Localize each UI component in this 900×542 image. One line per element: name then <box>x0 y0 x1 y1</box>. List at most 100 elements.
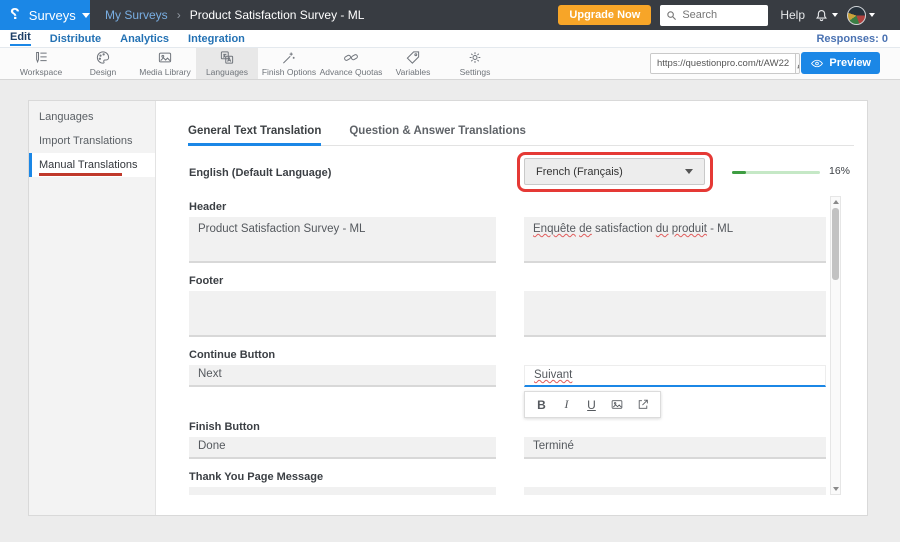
search-icon <box>666 10 677 21</box>
translations-panel: Languages Import Translations Manual Tra… <box>28 100 868 516</box>
bold-button[interactable]: B <box>535 398 548 412</box>
field-row-footer: Footer <box>189 275 828 337</box>
tab-question-answer-translations[interactable]: Question & Answer Translations <box>349 125 526 145</box>
topbar-right-cluster: Upgrade Now Help <box>558 0 875 30</box>
help-link[interactable]: Help <box>780 8 805 22</box>
triangle-up-icon <box>833 200 839 204</box>
translations-sidebar: Languages Import Translations Manual Tra… <box>29 101 156 515</box>
format-toolbar: B I U <box>524 391 661 418</box>
underline-button[interactable]: U <box>585 398 598 412</box>
notifications-button[interactable] <box>814 8 838 23</box>
palette-icon <box>95 50 111 65</box>
source-language-label: English (Default Language) <box>189 167 331 179</box>
scroll-down-button[interactable] <box>831 484 840 494</box>
surveys-menu[interactable]: Surveys <box>29 8 90 23</box>
target-language-value: French (Français) <box>536 166 623 178</box>
field-row-continue-button: Continue Button Next Suivant B I U <box>189 349 828 387</box>
finish-source-input[interactable]: Done <box>189 437 496 459</box>
chevron-down-icon <box>832 13 838 17</box>
thankyou-source-textarea[interactable] <box>189 487 496 495</box>
edit-toolbar: Workspace Design Media Library Languages… <box>0 48 900 80</box>
field-label: Footer <box>189 275 828 288</box>
page-title: Product Satisfaction Survey - ML <box>190 8 365 22</box>
progress-fill <box>732 171 746 174</box>
avatar <box>847 6 866 25</box>
breadcrumb: My Surveys › Product Satisfaction Survey… <box>105 8 364 22</box>
target-language-dropdown[interactable]: French (Français) <box>524 158 705 185</box>
field-row-finish-button: Finish Button Done Terminé <box>189 421 828 459</box>
account-button[interactable] <box>847 6 875 25</box>
tool-advance-quotas[interactable]: Advance Quotas <box>320 48 382 79</box>
menu-bar: Edit Distribute Analytics Integration Re… <box>0 30 900 48</box>
chevron-down-icon <box>82 13 90 18</box>
triangle-down-icon <box>833 487 839 491</box>
menu-item-distribute[interactable]: Distribute <box>50 33 101 45</box>
vertical-scrollbar[interactable] <box>830 196 841 495</box>
continue-source-input[interactable]: Next <box>189 365 496 387</box>
responses-count[interactable]: Responses: 0 <box>816 33 888 45</box>
menu-item-edit[interactable]: Edit <box>10 31 31 46</box>
surveys-menu-label: Surveys <box>29 8 76 23</box>
progress-percent-label: 16% <box>829 165 850 177</box>
chain-links-icon <box>343 50 359 65</box>
footer-source-textarea[interactable] <box>189 291 496 337</box>
survey-url-group <box>650 53 800 74</box>
tool-media-library[interactable]: Media Library <box>134 48 196 79</box>
translation-content: General Text Translation Question & Answ… <box>156 101 867 515</box>
breadcrumb-separator: › <box>177 8 181 22</box>
top-bar: ? Surveys My Surveys › Product Satisfact… <box>0 0 900 30</box>
tool-design[interactable]: Design <box>72 48 134 79</box>
field-label: Finish Button <box>189 421 828 434</box>
header-target-textarea[interactable]: Enquête de satisfaction du produit - ML <box>524 217 826 263</box>
translation-tabs: General Text Translation Question & Answ… <box>188 125 854 146</box>
search-input[interactable] <box>682 9 762 21</box>
menu-item-integration[interactable]: Integration <box>188 33 245 45</box>
header-source-textarea[interactable]: Product Satisfaction Survey - ML <box>189 217 496 263</box>
tool-settings[interactable]: Settings <box>444 48 506 79</box>
image-icon <box>157 50 173 65</box>
tool-finish-options[interactable]: Finish Options <box>258 48 320 79</box>
languages-icon <box>219 50 235 65</box>
translation-progress-bar <box>732 171 820 174</box>
field-row-header: Header Product Satisfaction Survey - ML … <box>189 201 828 263</box>
menu-item-analytics[interactable]: Analytics <box>120 33 169 45</box>
search-box[interactable] <box>660 5 768 26</box>
bell-icon <box>814 8 829 23</box>
thankyou-target-textarea[interactable] <box>524 487 826 495</box>
sidebar-item-languages[interactable]: Languages <box>29 105 155 129</box>
footer-target-textarea[interactable] <box>524 291 826 337</box>
fields-scroll-area: Header Product Satisfaction Survey - ML … <box>156 196 828 495</box>
external-link-icon[interactable] <box>636 398 650 411</box>
pencil-icon <box>796 58 800 70</box>
annotation-red-underline <box>39 173 122 176</box>
field-label: Continue Button <box>189 349 828 362</box>
sidebar-item-manual-translations[interactable]: Manual Translations <box>29 153 155 177</box>
breadcrumb-my-surveys[interactable]: My Surveys <box>105 8 168 22</box>
gear-icon <box>467 50 483 65</box>
edit-url-button[interactable] <box>795 54 800 73</box>
insert-image-icon[interactable] <box>610 398 624 411</box>
tool-workspace[interactable]: Workspace <box>10 48 72 79</box>
magic-wand-icon <box>281 50 297 65</box>
field-label: Thank You Page Message <box>189 471 828 484</box>
tab-general-text-translation[interactable]: General Text Translation <box>188 125 321 145</box>
tool-languages[interactable]: Languages <box>196 48 258 79</box>
workspace-icon <box>33 50 49 65</box>
continue-target-input[interactable]: Suivant <box>524 365 826 387</box>
chevron-down-icon <box>685 169 693 174</box>
italic-button[interactable]: I <box>560 397 573 412</box>
logo-area[interactable]: ? Surveys <box>0 0 90 30</box>
field-label: Header <box>189 201 828 214</box>
tool-variables[interactable]: Variables <box>382 48 444 79</box>
field-row-thank-you-message: Thank You Page Message <box>189 471 828 495</box>
scroll-up-button[interactable] <box>831 197 840 207</box>
tag-icon <box>405 50 421 65</box>
chevron-down-icon <box>869 13 875 17</box>
preview-button[interactable]: Preview <box>801 52 880 74</box>
questionpro-logo-icon: ? <box>10 6 20 24</box>
upgrade-now-button[interactable]: Upgrade Now <box>558 5 651 25</box>
scrollbar-thumb[interactable] <box>832 208 839 280</box>
survey-url-input[interactable] <box>651 54 795 73</box>
finish-target-input[interactable]: Terminé <box>524 437 826 459</box>
sidebar-item-import-translations[interactable]: Import Translations <box>29 129 155 153</box>
